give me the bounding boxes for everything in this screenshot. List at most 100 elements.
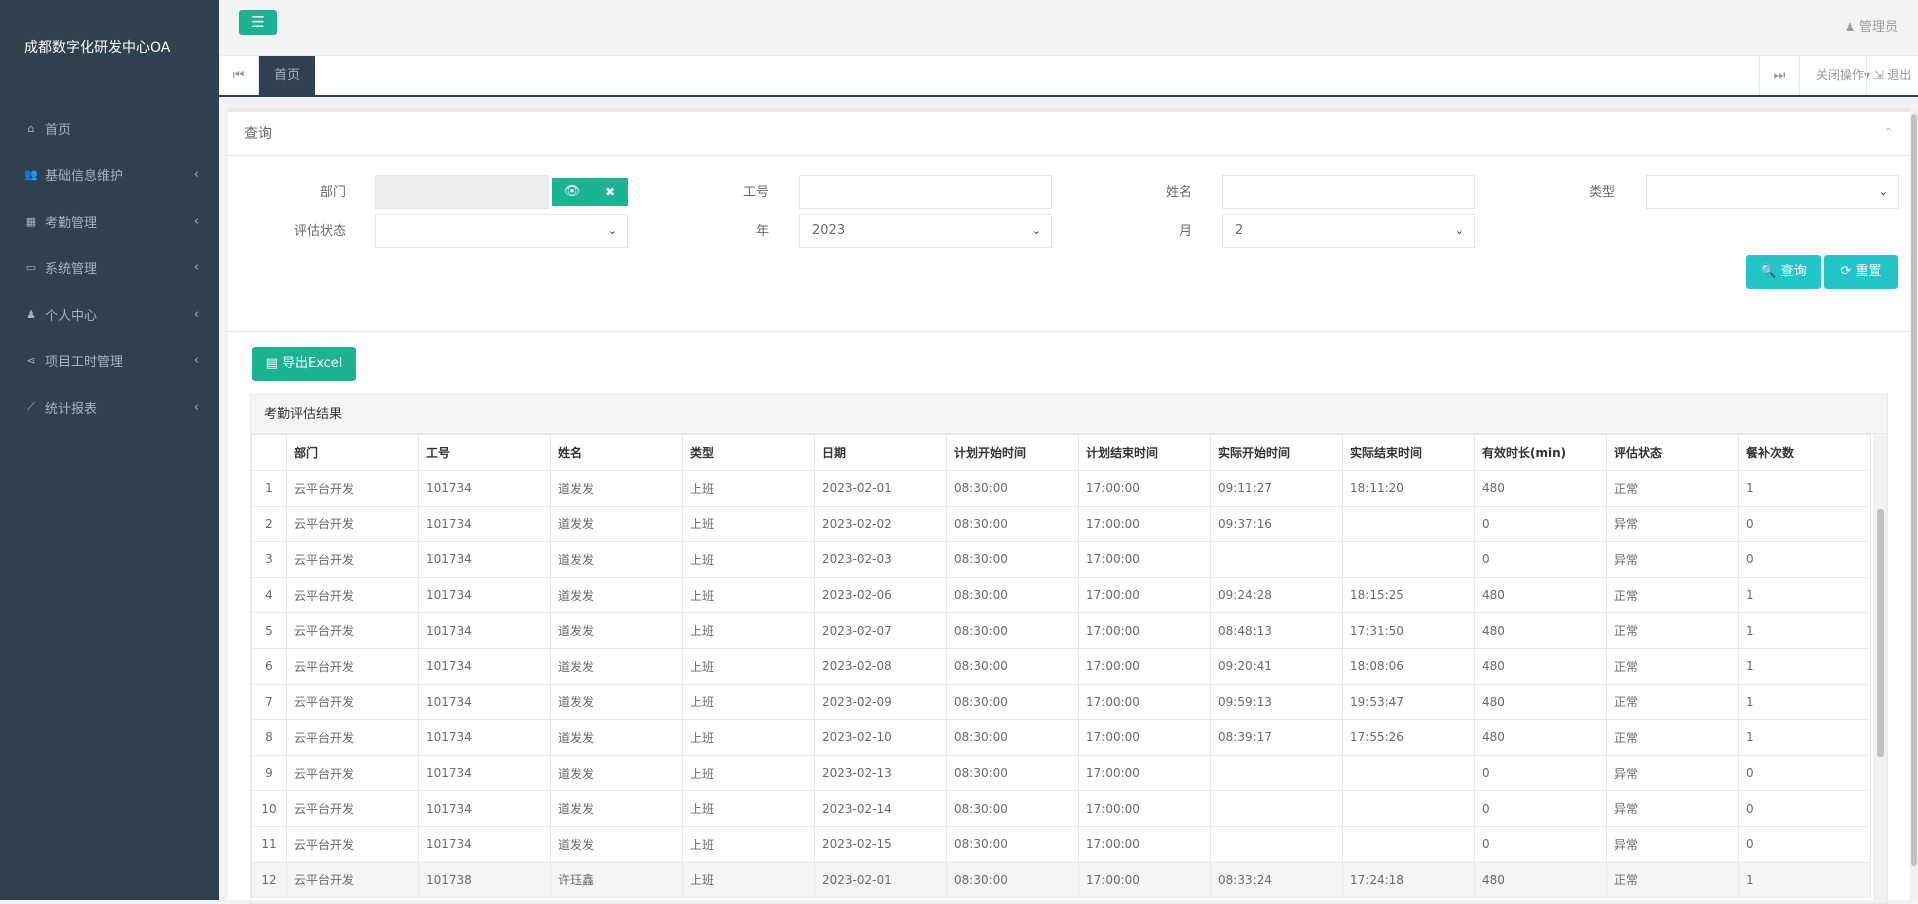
type-select[interactable]: ⌄ — [1646, 175, 1899, 209]
table-row[interactable]: 1 云平台开发 101734 道发发 上班 2023-02-01 08:30:00 17:00… — [251, 470, 1871, 507]
table-cell: 17:00:00 — [1078, 576, 1211, 614]
tabs-bar: ⏮ 首页 ⏭ 关闭操作▾ ⇲ 退出 — [219, 56, 1918, 97]
sidebar-item-0[interactable]: ⌂ 首页 — [0, 105, 219, 152]
table-cell: 17:00:00 — [1078, 719, 1211, 756]
table-row[interactable]: 11 云平台开发 101734 道发发 上班 2023-02-15 08:30:00 17:0… — [251, 825, 1871, 863]
table-cell: 17:00:00 — [1078, 470, 1211, 507]
menu-toggle-button[interactable]: ☰ — [239, 10, 277, 35]
empno-input[interactable] — [799, 175, 1052, 209]
table-cell: 19:53:47 — [1342, 683, 1475, 721]
column-header[interactable]: 评估状态 — [1606, 434, 1739, 471]
admin-label: 管理员 — [1858, 20, 1898, 35]
hamburger-icon: ☰ — [251, 13, 265, 31]
table-row[interactable]: 12 云平台开发 101738 许珏鑫 上班 2023-02-01 08:30:00 17:0… — [251, 861, 1871, 899]
month-select[interactable]: 2 ⌄ — [1222, 214, 1475, 248]
logout-button[interactable]: ⇲ 退出 — [1866, 56, 1918, 95]
table-cell: 2023-02-01 — [814, 470, 947, 507]
sidebar-item-label: 基础信息维护 — [45, 169, 124, 185]
column-header[interactable]: 类型 — [682, 434, 815, 471]
users-icon: 👥 — [24, 168, 38, 182]
table-cell: 17:00:00 — [1078, 647, 1211, 685]
table-cell: 8 — [251, 719, 287, 756]
table-row[interactable]: 5 云平台开发 101734 道发发 上班 2023-02-07 08:30:00 17:00… — [251, 612, 1871, 649]
table-cell: 异常 — [1606, 754, 1739, 792]
sidebar-item-3[interactable]: ▭ 系统管理 ‹ — [0, 245, 219, 292]
column-header[interactable]: 姓名 — [550, 434, 683, 471]
table-cell: 道发发 — [550, 612, 683, 649]
column-header[interactable]: 餐补次数 — [1738, 434, 1871, 471]
sidebar-item-1[interactable]: 👥 基础信息维护 ‹ — [0, 152, 219, 199]
column-header[interactable]: 工号 — [418, 434, 551, 471]
table-row[interactable]: 8 云平台开发 101734 道发发 上班 2023-02-10 08:30:00 17:00… — [251, 719, 1871, 756]
year-select[interactable]: 2023 ⌄ — [799, 214, 1052, 248]
table-scrollbar-thumb[interactable] — [1877, 509, 1884, 757]
reset-button[interactable]: ⟳ 重置 — [1824, 255, 1898, 289]
eye-icon[interactable]: 👁 — [552, 178, 592, 206]
name-input[interactable] — [1222, 175, 1475, 209]
table-cell — [1210, 541, 1343, 578]
table-cell: 2023-02-07 — [814, 612, 947, 649]
table-row[interactable]: 6 云平台开发 101734 道发发 上班 2023-02-08 08:30:00 17:00… — [251, 647, 1871, 685]
table-cell — [1210, 754, 1343, 792]
chevron-left-icon: ‹ — [193, 167, 199, 183]
table-cell: 云平台开发 — [286, 754, 419, 792]
table-row[interactable]: 4 云平台开发 101734 道发发 上班 2023-02-06 08:30:00 17:00… — [251, 576, 1871, 614]
tab-scroll-right-button[interactable]: ⏭ — [1759, 56, 1799, 95]
table-cell: 09:24:28 — [1210, 576, 1343, 614]
sidebar-item-label: 首页 — [45, 122, 72, 138]
tab-scroll-left-button[interactable]: ⏮ — [219, 56, 259, 95]
table-cell: 0 — [1738, 825, 1871, 863]
column-header[interactable]: 有效时长(min) — [1474, 434, 1607, 471]
column-header[interactable]: 日期 — [814, 434, 947, 471]
table-cell: 08:30:00 — [946, 470, 1079, 507]
column-header[interactable]: 实际开始时间 — [1210, 434, 1343, 471]
page-scrollbar-thumb[interactable] — [1911, 114, 1917, 866]
collapse-icon[interactable]: ⌃ — [1883, 112, 1894, 156]
table-cell: 2023-02-06 — [814, 576, 947, 614]
page-scrollbar[interactable] — [1910, 108, 1918, 900]
table-cell: 5 — [251, 612, 287, 649]
table-cell: 1 — [1738, 470, 1871, 507]
column-header[interactable] — [251, 434, 287, 471]
admin-user-menu[interactable]: ♟ 管理员 — [1845, 16, 1898, 35]
column-header[interactable]: 实际结束时间 — [1342, 434, 1475, 471]
table-cell: 17:00:00 — [1078, 683, 1211, 721]
sidebar-menu: ⌂ 首页 👥 基础信息维护 ‹ ▦ 考勤管理 ‹ ▭ 系统管理 ‹ ♟ 个人中心 ‹ ⋖ 项目工时管理 ‹ ⟋ 统计… — [0, 105, 219, 431]
year-label: 年 — [755, 224, 769, 239]
table-cell: 上班 — [682, 719, 815, 756]
table-cell: 08:33:24 — [1210, 861, 1343, 899]
sidebar-item-5[interactable]: ⋖ 项目工时管理 ‹ — [0, 338, 219, 385]
table-row[interactable]: 3 云平台开发 101734 道发发 上班 2023-02-03 08:30:00 17:00… — [251, 541, 1871, 578]
table-cell: 480 — [1474, 719, 1607, 756]
clear-icon[interactable]: ✖ — [592, 178, 628, 206]
table-cell: 480 — [1474, 612, 1607, 649]
table-cell: 7 — [251, 683, 287, 721]
table-cell: 17:24:18 — [1342, 861, 1475, 899]
tab-home[interactable]: 首页 — [259, 56, 315, 95]
column-header[interactable]: 计划开始时间 — [946, 434, 1079, 471]
table-row[interactable]: 7 云平台开发 101734 道发发 上班 2023-02-09 08:30:00 17:00… — [251, 683, 1871, 721]
sidebar-item-4[interactable]: ♟ 个人中心 ‹ — [0, 291, 219, 338]
chevron-down-icon: ⌄ — [607, 224, 617, 237]
table-cell: 17:55:26 — [1342, 719, 1475, 756]
chevron-left-icon: ‹ — [193, 399, 199, 415]
export-excel-button[interactable]: ▤ 导出Excel — [252, 347, 356, 381]
chevron-down-icon: ⌄ — [1454, 224, 1464, 237]
table-cell: 10 — [251, 790, 287, 827]
column-header[interactable]: 部门 — [286, 434, 419, 471]
column-header[interactable]: 计划结束时间 — [1078, 434, 1211, 471]
table-row[interactable]: 2 云平台开发 101734 道发发 上班 2023-02-02 08:30:00 17:00… — [251, 505, 1871, 543]
table-row[interactable]: 9 云平台开发 101734 道发发 上班 2023-02-13 08:30:00 17:00… — [251, 754, 1871, 792]
table-cell: 正常 — [1606, 647, 1739, 685]
share-icon: ⋖ — [26, 354, 36, 368]
table-cell: 云平台开发 — [286, 790, 419, 827]
table-cell: 正常 — [1606, 612, 1739, 649]
search-button[interactable]: 🔍 查询 — [1746, 255, 1821, 289]
table-scrollbar[interactable] — [1873, 434, 1887, 903]
table-cell: 云平台开发 — [286, 470, 419, 507]
sidebar-item-6[interactable]: ⟋ 统计报表 ‹ — [0, 384, 219, 431]
table-row[interactable]: 10 云平台开发 101734 道发发 上班 2023-02-14 08:30:00 17:0… — [251, 790, 1871, 827]
sidebar-item-2[interactable]: ▦ 考勤管理 ‹ — [0, 198, 219, 245]
status-select[interactable]: ⌄ — [375, 214, 628, 248]
dept-field[interactable] — [375, 175, 549, 209]
